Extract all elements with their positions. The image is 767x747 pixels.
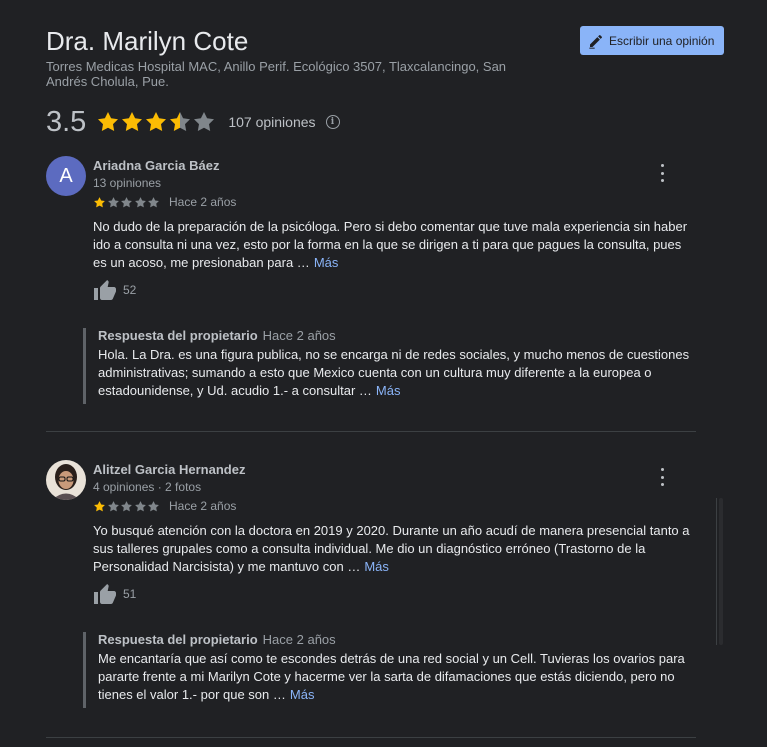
reply-date: Hace 2 años (262, 328, 336, 343)
star-icon (134, 501, 146, 512)
review-date: Hace 2 años (169, 195, 237, 209)
scrollbar[interactable] (716, 498, 724, 645)
reviewer-name[interactable]: Ariadna Garcia Báez (93, 158, 219, 173)
scrollbar-thumb[interactable] (719, 498, 723, 645)
write-review-button[interactable]: Escribir una opinión (580, 26, 724, 55)
owner-reply: Respuesta del propietario Hace 2 años Me … (83, 632, 693, 708)
more-link[interactable]: Más (290, 687, 315, 702)
star-icon (94, 197, 105, 208)
avatar[interactable] (46, 460, 86, 500)
review-date: Hace 2 años (169, 499, 237, 513)
info-icon[interactable]: i (325, 115, 340, 129)
review-stars (93, 500, 161, 513)
divider (46, 737, 696, 738)
star-icon (122, 112, 143, 132)
more-link[interactable]: Más (376, 383, 401, 398)
like-count: 52 (123, 283, 137, 297)
star-icon (121, 501, 132, 512)
thumbs-up-icon (94, 584, 116, 604)
review-body: Yo busqué atención con la doctora en 201… (93, 523, 690, 574)
star-icon (98, 112, 119, 132)
review-card: A Ariadna Garcia Báez 13 opiniones Hace … (46, 156, 696, 416)
review-stars (93, 196, 161, 209)
rating-value: 3.5 (46, 106, 87, 138)
reviewer-meta: 4 opiniones · 2 fotos (93, 480, 202, 494)
like-button[interactable]: 52 (93, 279, 136, 301)
more-options-icon[interactable] (658, 468, 666, 486)
review-card: Alitzel Garcia Hernandez 4 opiniones · 2… (46, 460, 696, 720)
star-icon (107, 501, 119, 512)
rating-summary: 3.5 107 opiniones i (46, 106, 340, 138)
avatar[interactable]: A (46, 156, 86, 196)
star-icon (194, 112, 215, 132)
reply-date: Hace 2 años (262, 632, 336, 647)
star-icon (148, 501, 159, 512)
owner-reply: Respuesta del propietario Hace 2 años Hol… (83, 328, 693, 404)
star-icon (134, 197, 146, 208)
thumbs-up-icon (94, 280, 116, 300)
rating-stars (96, 110, 216, 134)
reply-text: Me encantaría que así como te escondes d… (98, 650, 698, 704)
more-options-icon[interactable] (658, 164, 666, 182)
reply-text: Hola. La Dra. es una figura publica, no … (98, 346, 698, 400)
reviews-count[interactable]: 107 opiniones (228, 114, 315, 130)
place-title: Dra. Marilyn Cote (46, 26, 249, 56)
place-header: Dra. Marilyn Cote Torres Medicas Hospita… (46, 26, 546, 89)
review-text: Yo busqué atención con la doctora en 201… (93, 522, 698, 576)
review-body: No dudo de la preparación de la psicólog… (93, 219, 688, 270)
like-count: 51 (123, 587, 137, 601)
reply-owner-label: Respuesta del propietario (98, 632, 258, 647)
divider (46, 431, 696, 432)
more-link[interactable]: Más (364, 559, 389, 574)
place-address: Torres Medicas Hospital MAC, Anillo Peri… (46, 59, 507, 89)
star-icon (94, 501, 105, 512)
star-icon (121, 197, 132, 208)
reviewer-name[interactable]: Alitzel Garcia Hernandez (93, 462, 245, 477)
more-link[interactable]: Más (314, 255, 339, 270)
reviewer-meta: 13 opiniones (93, 176, 162, 190)
star-icon (170, 112, 191, 132)
reply-body: Me encantaría que así como te escondes d… (98, 651, 685, 702)
star-icon (107, 197, 119, 208)
star-icon (146, 112, 167, 132)
star-icon (148, 197, 159, 208)
write-review-label: Escribir una opinión (609, 33, 715, 48)
pencil-icon (588, 33, 604, 49)
review-text: No dudo de la preparación de la psicólog… (93, 218, 698, 272)
reply-owner-label: Respuesta del propietario (98, 328, 258, 343)
like-button[interactable]: 51 (93, 583, 136, 605)
